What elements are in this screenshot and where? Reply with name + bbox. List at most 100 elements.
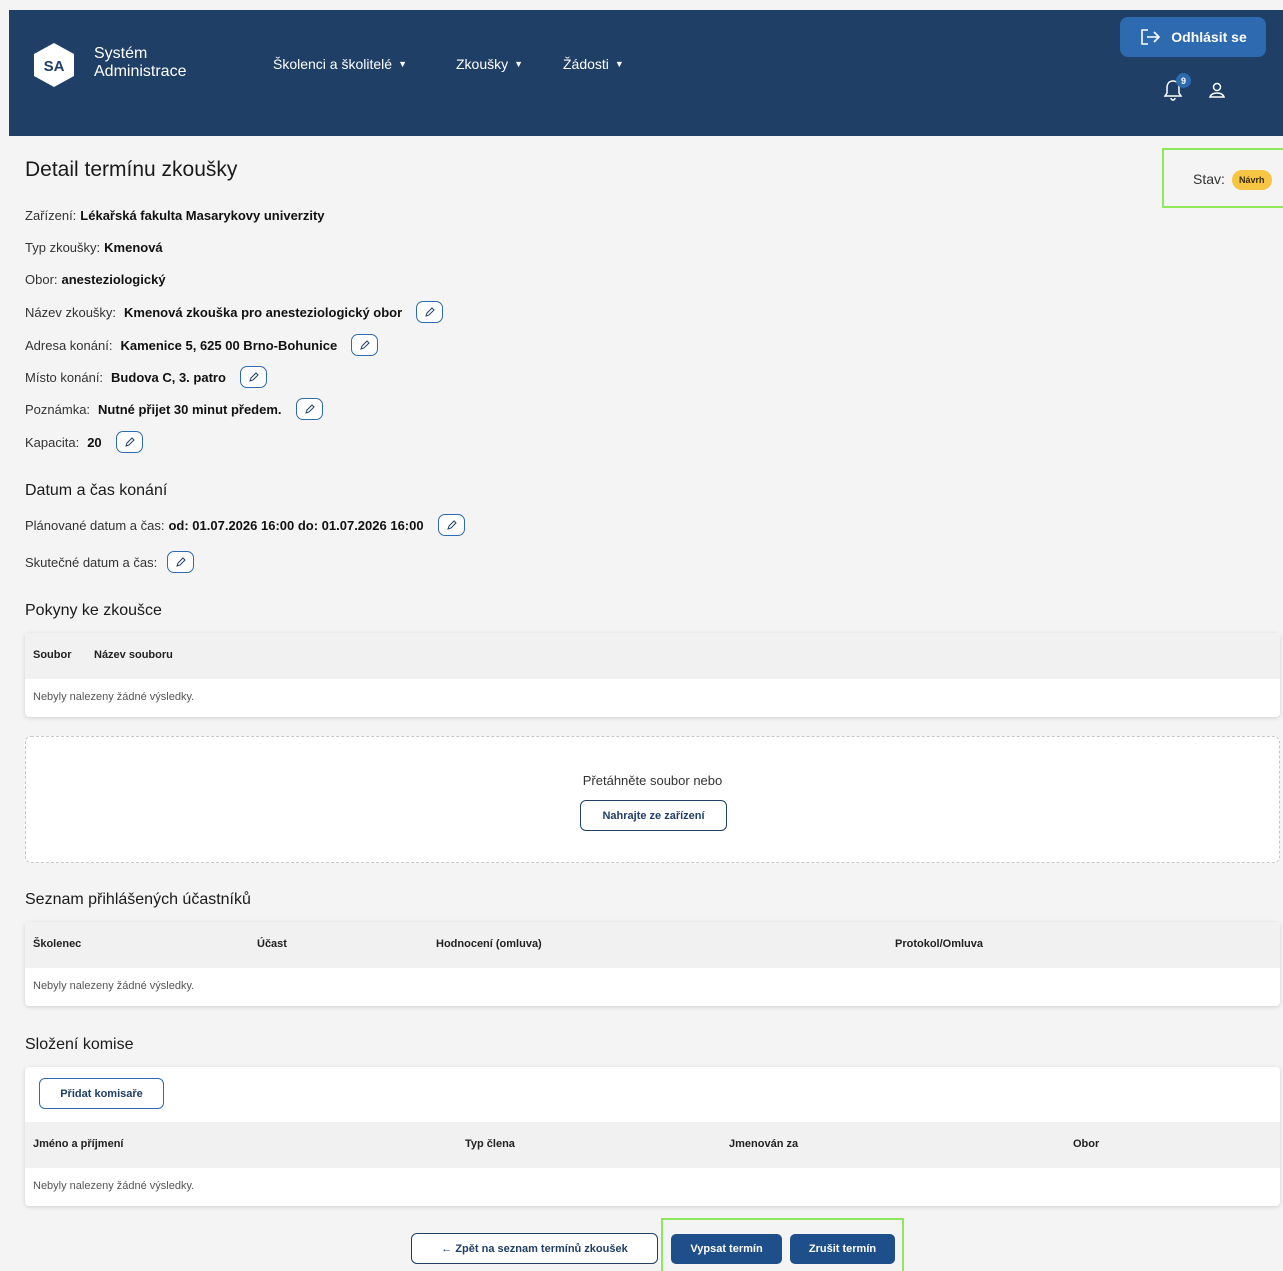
field-typ-value: Kmenová — [104, 240, 163, 255]
field-kapacita-label: Kapacita: — [25, 434, 80, 450]
planned-datetime-value: od: 01.07.2026 16:00 do: 01.07.2026 16:0… — [168, 517, 424, 533]
instructions-table: Soubor Název souboru Nebyly nalezeny žád… — [25, 633, 1280, 717]
column-protokol[interactable]: Protokol/Omluva — [895, 938, 983, 950]
caret-down-icon: ▼ — [614, 59, 624, 69]
pencil-icon — [446, 519, 457, 530]
column-hodnoceni[interactable]: Hodnocení (omluva) — [436, 938, 542, 950]
column-soubor[interactable]: Soubor — [33, 649, 72, 661]
planned-datetime-label: Plánované datum a čas: — [25, 517, 165, 533]
app-name[interactable]: Systém Administrace — [94, 45, 186, 81]
field-zarizeni-value: Lékařská fakulta Masarykovy univerzity — [80, 208, 325, 223]
nav-zadosti[interactable]: Žádosti ▼ — [563, 56, 624, 72]
file-dropzone[interactable]: Přetáhněte soubor nebo Nahrajte ze zaříz… — [25, 736, 1280, 863]
column-skolenec[interactable]: Školenec — [33, 938, 81, 950]
empty-message: Nebyly nalezeny žádné výsledky. — [33, 691, 195, 703]
edit-nazev-button[interactable] — [416, 301, 444, 323]
table-header: Jméno a příjmení Typ člena Jmenován za O… — [25, 1122, 1280, 1168]
page-title: Detail termínu zkoušky — [25, 158, 238, 181]
field-typ-zkousky: Typ zkoušky: Kmenová — [25, 240, 163, 255]
field-nazev: Název zkoušky: Kmenová zkouška pro aneste… — [25, 301, 444, 323]
empty-message: Nebyly nalezeny žádné výsledky. — [33, 980, 195, 992]
actual-datetime-label: Skutečné datum a čas: — [25, 554, 158, 570]
empty-row: Nebyly nalezeny žádné výsledky. — [25, 679, 1280, 717]
edit-poznamka-button[interactable] — [295, 398, 323, 420]
field-kapacita-value: 20 — [87, 434, 102, 450]
add-commissioner-button[interactable]: Přidat komisaře — [39, 1078, 164, 1109]
notification-badge: 9 — [1176, 73, 1191, 88]
app-name-line1: Systém — [94, 45, 148, 62]
field-obor-value: anesteziologický — [61, 272, 166, 287]
edit-actual-datetime-button[interactable] — [167, 551, 195, 573]
upload-from-device-button[interactable]: Nahrajte ze zařízení — [580, 800, 727, 831]
pencil-icon — [360, 339, 370, 350]
field-adresa-label: Adresa konání: — [25, 337, 113, 353]
field-nazev-label: Název zkoušky: — [25, 304, 117, 320]
field-obor: Obor: anesteziologický — [25, 272, 166, 287]
committee-toolbar: Přidat komisaře — [25, 1067, 1280, 1122]
pencil-icon — [249, 371, 259, 382]
edit-adresa-button[interactable] — [351, 334, 379, 356]
table-header: Školenec Účast Hodnocení (omluva) Protok… — [25, 922, 1280, 968]
pencil-icon — [176, 556, 186, 567]
field-planned-datetime: Plánované datum a čas: od: 01.07.2026 16:… — [25, 514, 465, 536]
table-header: Soubor Název souboru — [25, 633, 1280, 679]
field-actual-datetime: Skutečné datum a čas: — [25, 551, 195, 573]
logout-icon — [1141, 29, 1161, 45]
committee-table: Přidat komisaře Jméno a příjmení Typ čle… — [25, 1067, 1280, 1206]
column-obor[interactable]: Obor — [1073, 1138, 1099, 1150]
logout-label: Odhlásit se — [1171, 29, 1247, 45]
field-adresa: Adresa konání: Kamenice 5, 625 00 Brno-Bo… — [25, 334, 379, 356]
user-icon[interactable] — [1207, 80, 1227, 100]
nav-skolenci[interactable]: Školenci a školitelé ▼ — [273, 56, 407, 72]
datetime-section-title: Datum a čas konání — [25, 482, 168, 499]
logo-initials: SA — [44, 58, 65, 75]
field-misto: Místo konání: Budova C, 3. patro — [25, 366, 267, 388]
caret-down-icon: ▼ — [398, 59, 407, 69]
field-misto-value: Budova C, 3. patro — [111, 369, 226, 385]
participants-table: Školenec Účast Hodnocení (omluva) Protok… — [25, 922, 1280, 1006]
column-jmenovan-za[interactable]: Jmenován za — [729, 1138, 798, 1150]
field-nazev-value: Kmenová zkouška pro anesteziologický obo… — [124, 304, 403, 320]
field-adresa-value: Kamenice 5, 625 00 Brno-Bohunice — [120, 337, 338, 353]
edit-misto-button[interactable] — [239, 366, 267, 388]
pencil-icon — [124, 436, 135, 447]
field-poznamka-label: Poznámka: — [25, 401, 91, 417]
cancel-term-button[interactable]: Zrušit termín — [790, 1234, 895, 1264]
field-poznamka-value: Nutné přijet 30 minut předem. — [98, 401, 282, 417]
field-poznamka: Poznámka: Nutné přijet 30 minut předem. — [25, 398, 323, 420]
column-jmeno[interactable]: Jméno a příjmení — [33, 1138, 123, 1150]
field-zarizeni: Zařízení: Lékařská fakulta Masarykovy uni… — [25, 208, 325, 223]
edit-kapacita-button[interactable] — [115, 431, 143, 453]
field-zarizeni-label: Zařízení: — [25, 208, 77, 223]
pencil-icon — [425, 306, 435, 317]
instructions-section-title: Pokyny ke zkoušce — [25, 602, 162, 619]
field-kapacita: Kapacita: 20 — [25, 431, 143, 453]
participants-section-title: Seznam přihlášených účastníků — [25, 891, 251, 908]
app-name-line2: Administrace — [94, 63, 187, 80]
column-ucast[interactable]: Účast — [257, 938, 287, 950]
logout-button[interactable]: Odhlásit se — [1120, 17, 1266, 57]
caret-down-icon: ▼ — [514, 59, 524, 69]
nav-skolenci-label: Školenci a školitelé — [273, 56, 393, 72]
logo-hexagon-icon[interactable]: SA — [32, 42, 76, 88]
empty-row: Nebyly nalezeny žádné výsledky. — [25, 968, 1280, 1006]
pencil-icon — [304, 403, 315, 414]
field-obor-label: Obor: — [25, 272, 58, 287]
edit-planned-datetime-button[interactable] — [437, 514, 465, 536]
back-to-list-button[interactable]: ← Zpět na seznam termínů zkoušek — [411, 1233, 658, 1264]
nav-zadosti-label: Žádosti — [563, 56, 609, 72]
empty-row: Nebyly nalezeny žádné výsledky. — [25, 1168, 1280, 1206]
field-typ-label: Typ zkoušky: — [25, 240, 101, 255]
status-label: Stav: — [1193, 171, 1225, 187]
column-typ-clena[interactable]: Typ člena — [465, 1138, 515, 1150]
column-nazev-souboru[interactable]: Název souboru — [94, 649, 173, 661]
publish-term-button[interactable]: Vypsat termín — [671, 1234, 782, 1264]
top-navbar — [9, 10, 1283, 136]
dropzone-text: Přetáhněte soubor nebo — [582, 773, 723, 788]
nav-zkousky-label: Zkoušky — [456, 56, 509, 72]
empty-message: Nebyly nalezeny žádné výsledky. — [33, 1180, 195, 1192]
committee-section-title: Složení komise — [25, 1036, 134, 1053]
field-misto-label: Místo konání: — [25, 369, 104, 385]
status-badge: Návrh — [1232, 170, 1272, 190]
nav-zkousky[interactable]: Zkoušky ▼ — [456, 56, 523, 72]
